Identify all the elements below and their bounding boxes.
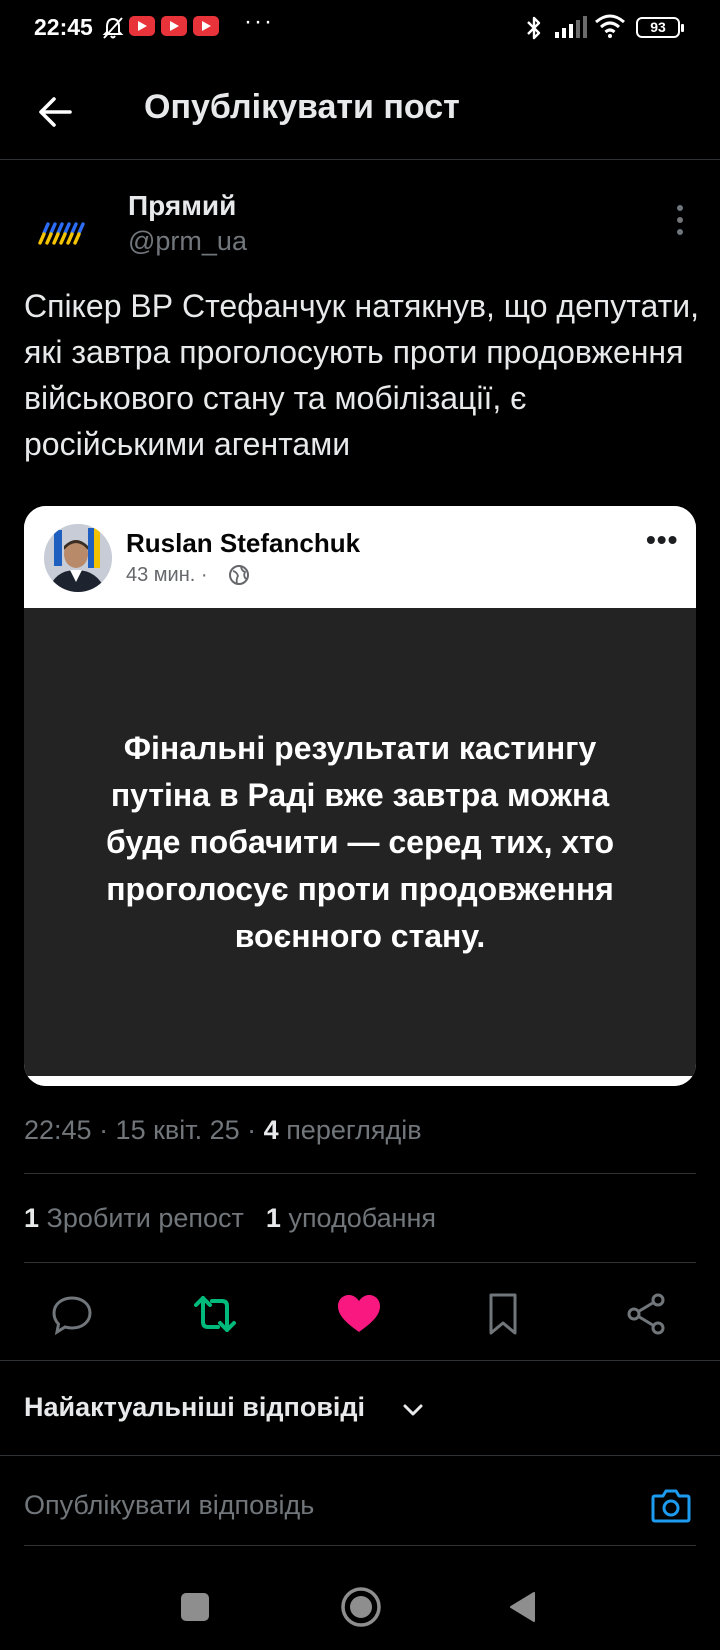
status-time: 22:45 [34, 14, 93, 40]
views-label: переглядів [278, 1115, 422, 1145]
reposts-count: 1 [24, 1203, 40, 1233]
embedded-post-time: 43 мин. · [126, 564, 208, 586]
divider [0, 1360, 720, 1361]
post-timestamp: 22:45 · 15 квіт. 25 · 4 переглядів [24, 1115, 422, 1146]
post-time-date: 22:45 · 15 квіт. 25 · [24, 1115, 264, 1145]
battery-icon: 93 [636, 17, 684, 38]
bluetooth-icon [527, 16, 541, 40]
back-arrow-icon[interactable] [32, 88, 80, 136]
repost-icon[interactable] [191, 1290, 239, 1338]
divider [24, 1173, 696, 1174]
bookmark-icon[interactable] [479, 1290, 527, 1338]
globe-icon [229, 565, 249, 585]
post-media-image[interactable]: Ruslan Stefanchuk 43 мин. · ••• Фінальні… [24, 506, 696, 1086]
embedded-post-header: Ruslan Stefanchuk 43 мин. · ••• [24, 506, 696, 608]
divider [0, 1455, 720, 1456]
status-bar: 22:45 ··· 93 [0, 0, 720, 56]
youtube-icon [193, 16, 219, 36]
system-navigation-bar [0, 1570, 720, 1650]
views-count: 4 [263, 1115, 279, 1145]
reposts-label: Зробити репост [39, 1203, 244, 1233]
embedded-card-footer [24, 1076, 696, 1086]
replies-sort-dropdown[interactable]: Найактуальніші відповіді [24, 1392, 365, 1423]
likes-count: 1 [265, 1203, 281, 1233]
share-icon[interactable] [623, 1290, 671, 1338]
home-circle-icon[interactable] [340, 1586, 382, 1628]
camera-icon[interactable] [650, 1486, 692, 1526]
wifi-icon [595, 14, 625, 38]
engagement-stats: 1 Зробити репост 1 уподобання [24, 1203, 436, 1234]
chevron-down-icon[interactable] [400, 1397, 426, 1423]
embedded-author-avatar [44, 524, 112, 592]
more-options-icon[interactable] [664, 200, 696, 240]
embedded-more-icon: ••• [646, 524, 679, 555]
likes-label: уподобання [280, 1203, 437, 1233]
likes-stat[interactable]: 1 уподобання [266, 1203, 436, 1233]
divider [24, 1545, 696, 1546]
reposts-stat[interactable]: 1 Зробити репост [24, 1203, 244, 1233]
recents-square-icon[interactable] [180, 1592, 210, 1622]
youtube-icon [161, 16, 187, 36]
top-app-bar: Опублікувати пост [0, 70, 720, 160]
post-text: Спікер ВР Стефанчук натякнув, що депутат… [24, 288, 699, 462]
signal-icon [555, 16, 587, 38]
author-handle[interactable]: @prm_ua [128, 226, 247, 257]
embedded-author-name: Ruslan Stefanchuk [126, 528, 361, 558]
youtube-icon [129, 16, 155, 36]
author-name[interactable]: Прямий [128, 190, 236, 222]
like-heart-icon[interactable] [335, 1290, 383, 1338]
author-avatar[interactable] [24, 188, 108, 272]
reply-icon[interactable] [48, 1290, 96, 1338]
page-title: Опублікувати пост [144, 88, 460, 126]
embedded-quote-panel: Фінальні результати кастингу путіна в Ра… [24, 608, 696, 1076]
embedded-quote-text: Фінальні результати кастингу путіна в Ра… [105, 729, 614, 954]
back-triangle-icon[interactable] [506, 1590, 540, 1624]
bell-off-icon [102, 17, 124, 39]
reply-input[interactable]: Опублікувати відповідь [24, 1490, 314, 1521]
divider [24, 1262, 696, 1263]
more-notifications-icon: ··· [244, 8, 274, 35]
